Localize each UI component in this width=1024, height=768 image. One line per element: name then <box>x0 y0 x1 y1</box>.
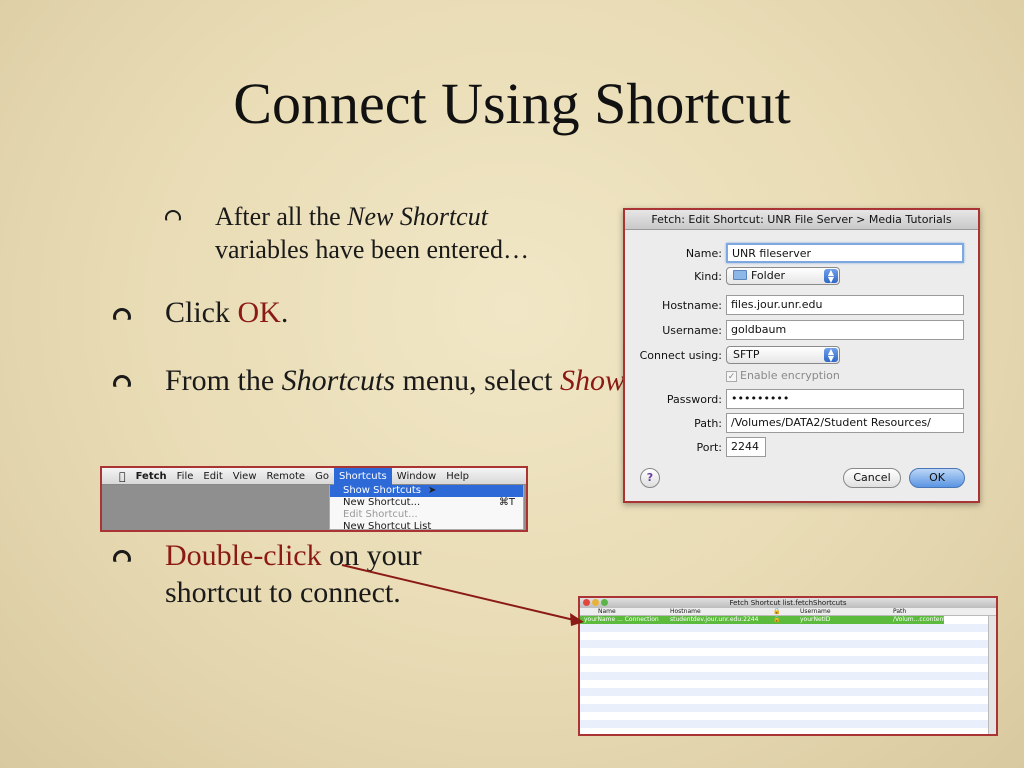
row-hostname: studentdev.jour.unr.edu:2244 <box>670 616 759 623</box>
slide-title: Connect Using Shortcut <box>233 71 791 136</box>
close-icon[interactable] <box>583 599 590 606</box>
empty-rows <box>580 624 996 734</box>
kind-popup[interactable]: Folder ▲ ▼ <box>726 267 840 285</box>
encryption-row: ✓ Enable encryption <box>625 365 980 387</box>
shortcuts-menu-screenshot:  Fetch File Edit View Remote Go Shortcu… <box>100 466 528 532</box>
bullet-ring-icon <box>113 375 131 387</box>
bullet-click-ok: Click OK. <box>113 295 289 331</box>
row-path: /Volum...ccontent <box>893 616 946 623</box>
folder-icon <box>733 270 747 280</box>
bullet1-post: variables have been entered… <box>215 235 530 264</box>
apple-logo-icon[interactable]:  <box>114 468 131 485</box>
path-field[interactable]: /Volumes/DATA2/Student Resources/ <box>726 413 964 433</box>
hostname-row: Hostname: files.jour.unr.edu <box>625 295 980 317</box>
bullet-ring-icon <box>113 308 131 320</box>
encryption-label: Enable encryption <box>740 369 840 382</box>
password-row: Password: ••••••••• <box>625 389 980 411</box>
col-name[interactable]: Name <box>598 608 616 616</box>
vertical-scrollbar[interactable] <box>988 616 996 734</box>
menu-view[interactable]: View <box>228 468 262 485</box>
pointer-cursor-icon: ➤ <box>428 485 437 496</box>
menu-window[interactable]: Window <box>392 468 441 485</box>
table-row[interactable]: yourName ... Connection studentdev.jour.… <box>580 616 946 624</box>
menu-item-label: Edit Shortcut... <box>343 509 418 520</box>
menu-fetch[interactable]: Fetch <box>131 468 172 485</box>
edit-shortcut-dialog: Fetch: Edit Shortcut: UNR File Server > … <box>623 208 980 503</box>
menu-item-show-shortcuts[interactable]: Show Shortcuts ➤ <box>330 485 523 497</box>
kind-value: Folder <box>751 269 785 282</box>
shortcuts-dropdown: Show Shortcuts ➤ New Shortcut... ⌘T Edit S… <box>329 485 524 530</box>
connect-popup[interactable]: SFTP ▲ ▼ <box>726 346 840 364</box>
port-row: Port: 2244 <box>625 437 980 459</box>
menu-item-label: Show Shortcuts <box>343 485 421 496</box>
port-field[interactable]: 2244 <box>726 437 766 457</box>
path-label: Path: <box>694 417 722 430</box>
ok-button[interactable]: OK <box>909 468 965 488</box>
shortcut-key: ⌘T <box>498 497 515 508</box>
row-lock-icon: 🔒 <box>773 616 781 623</box>
bullet-double-click: Double-click on your shortcut to connect… <box>113 537 465 611</box>
shortcut-list-window: Fetch Shortcut list.fetchShortcuts Name … <box>578 596 998 736</box>
col-lock-icon[interactable]: 🔒 <box>773 608 780 616</box>
bullet-ring-icon <box>113 550 131 562</box>
cancel-button[interactable]: Cancel <box>843 468 901 488</box>
connect-value: SFTP <box>733 348 760 361</box>
bullet2-pre: Click <box>165 296 238 329</box>
menu-bar:  Fetch File Edit View Remote Go Shortcu… <box>102 467 526 485</box>
menu-edit[interactable]: Edit <box>198 468 227 485</box>
row-name: yourName ... Connection <box>584 616 659 623</box>
username-field[interactable]: goldbaum <box>726 320 964 340</box>
popup-arrows-icon: ▲ ▼ <box>824 269 838 284</box>
bullet1-italic: New Shortcut <box>347 202 488 231</box>
bullet-variables: After all the New Shortcut variables hav… <box>165 200 530 266</box>
username-label: Username: <box>662 324 722 337</box>
checkmark-icon: ✓ <box>726 371 737 382</box>
bullet3-mid: menu, select <box>395 364 560 397</box>
kind-label: Kind: <box>694 270 722 283</box>
name-row: Name: UNR fileserver <box>625 243 980 265</box>
bullet2-em: OK <box>237 296 281 329</box>
list-header: Name Hostname 🔒 Username Path <box>580 608 996 616</box>
row-username: yourNetID <box>800 616 831 623</box>
menu-item-label: New Shortcut List <box>343 521 432 530</box>
password-label: Password: <box>666 393 722 406</box>
menu-item-new-shortcut[interactable]: New Shortcut... ⌘T <box>330 497 523 509</box>
menu-item-edit-shortcut: Edit Shortcut... <box>330 509 523 521</box>
help-button[interactable]: ? <box>640 468 660 488</box>
dialog-title: Fetch: Edit Shortcut: UNR File Server > … <box>625 210 978 230</box>
password-field[interactable]: ••••••••• <box>726 389 964 409</box>
bullet3-pre: From the <box>165 364 282 397</box>
hostname-field[interactable]: files.jour.unr.edu <box>726 295 964 315</box>
menu-file[interactable]: File <box>172 468 199 485</box>
zoom-icon[interactable] <box>601 599 608 606</box>
hostname-label: Hostname: <box>662 299 722 312</box>
encryption-checkbox[interactable]: ✓ Enable encryption <box>726 369 840 382</box>
menu-go[interactable]: Go <box>310 468 334 485</box>
menu-remote[interactable]: Remote <box>262 468 311 485</box>
menu-help[interactable]: Help <box>441 468 474 485</box>
bullet4-em: Double-click <box>165 539 322 572</box>
connect-row: Connect using: SFTP ▲ ▼ <box>625 345 980 367</box>
kind-row: Kind: Folder ▲ ▼ <box>625 266 980 288</box>
name-field[interactable]: UNR fileserver <box>726 243 964 263</box>
col-path[interactable]: Path <box>893 608 906 616</box>
list-titlebar: Fetch Shortcut list.fetchShortcuts <box>580 598 996 608</box>
bullet1-pre: After all the <box>215 202 348 231</box>
bullet3-italic: Shortcuts <box>281 364 396 397</box>
menu-item-label: New Shortcut... <box>343 497 421 508</box>
bullet2-post: . <box>280 296 289 329</box>
path-row: Path: /Volumes/DATA2/Student Resources/ <box>625 413 980 435</box>
minimize-icon[interactable] <box>592 599 599 606</box>
popup-arrows-icon: ▲ ▼ <box>824 348 838 363</box>
connect-label: Connect using: <box>639 349 722 362</box>
menu-item-new-shortcut-list[interactable]: New Shortcut List <box>330 521 523 530</box>
bullet-ring-icon <box>165 210 181 221</box>
name-label: Name: <box>685 247 722 260</box>
username-row: Username: goldbaum <box>625 320 980 342</box>
col-hostname[interactable]: Hostname <box>670 608 701 616</box>
port-label: Port: <box>696 441 722 454</box>
col-username[interactable]: Username <box>800 608 831 616</box>
menu-shortcuts[interactable]: Shortcuts <box>333 467 392 485</box>
list-title: Fetch Shortcut list.fetchShortcuts <box>729 599 847 607</box>
